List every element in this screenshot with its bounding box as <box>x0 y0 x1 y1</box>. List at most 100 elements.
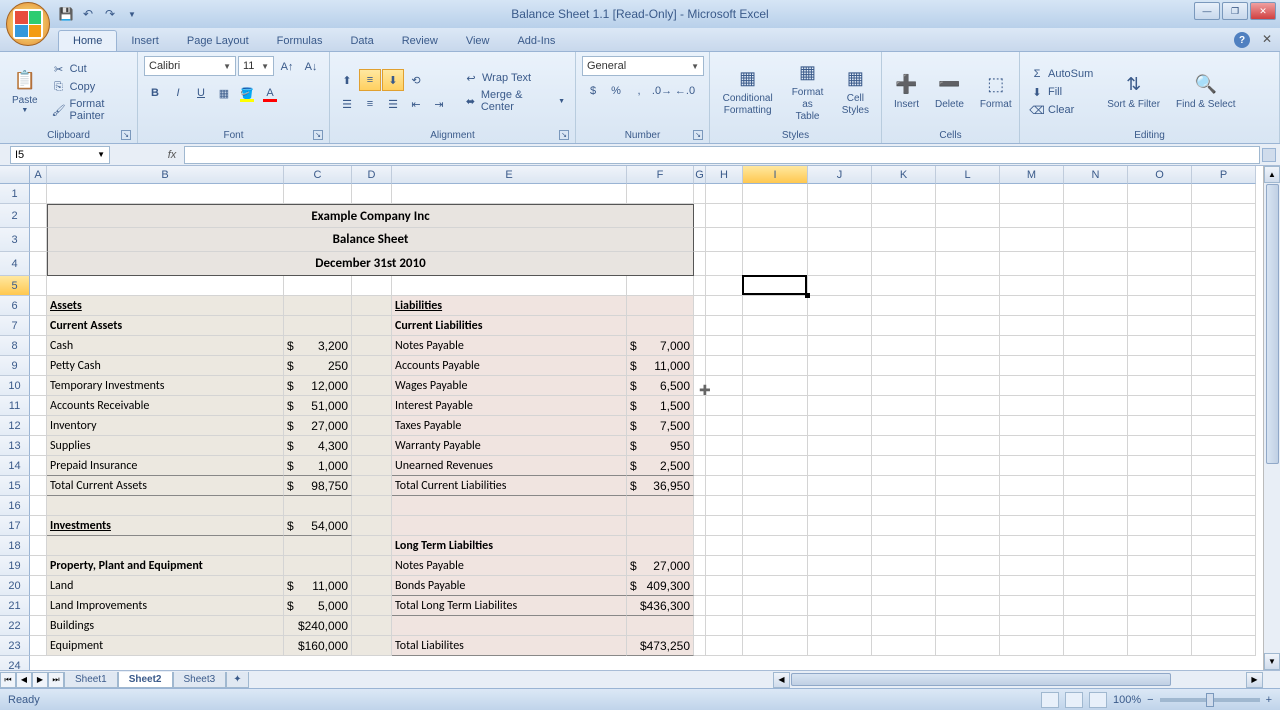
cell[interactable] <box>808 616 872 636</box>
cell[interactable] <box>627 516 694 536</box>
cell[interactable] <box>1192 556 1256 576</box>
cell[interactable] <box>1128 596 1192 616</box>
cell[interactable] <box>808 576 872 596</box>
cell[interactable] <box>694 636 706 656</box>
cell[interactable] <box>936 596 1000 616</box>
cell[interactable] <box>808 396 872 416</box>
cell[interactable] <box>352 476 392 496</box>
cell[interactable] <box>872 252 936 276</box>
cell[interactable] <box>1000 356 1064 376</box>
percent-button[interactable]: % <box>605 80 627 102</box>
cell[interactable] <box>1064 296 1128 316</box>
cell[interactable] <box>1128 276 1192 296</box>
sheet-nav-prev[interactable]: ◀ <box>16 672 32 688</box>
cell[interactable] <box>872 536 936 556</box>
cell[interactable] <box>30 616 47 636</box>
cell[interactable] <box>872 556 936 576</box>
cell[interactable] <box>808 336 872 356</box>
cell[interactable]: Property, Plant and Equipment <box>47 556 284 576</box>
cell[interactable] <box>1064 456 1128 476</box>
cell[interactable]: Current Liabilities <box>392 316 627 336</box>
cell[interactable] <box>30 228 47 252</box>
cell[interactable] <box>627 296 694 316</box>
cell[interactable] <box>1192 456 1256 476</box>
cell[interactable] <box>1192 576 1256 596</box>
tab-page-layout[interactable]: Page Layout <box>173 31 263 51</box>
alignment-launcher[interactable]: ↘ <box>559 130 569 140</box>
cell[interactable] <box>872 204 936 228</box>
cell[interactable] <box>694 316 706 336</box>
cell[interactable] <box>352 616 392 636</box>
cell[interactable]: $27,000 <box>284 416 352 436</box>
cell[interactable] <box>352 336 392 356</box>
clear-button[interactable]: ⌫Clear <box>1026 102 1097 118</box>
sheet-nav-last[interactable]: ⏭ <box>48 672 64 688</box>
cell[interactable] <box>352 636 392 656</box>
align-top-button[interactable]: ⬆ <box>336 69 358 91</box>
cell[interactable] <box>743 556 808 576</box>
cell[interactable] <box>936 396 1000 416</box>
zoom-out-button[interactable]: − <box>1147 694 1153 706</box>
cell[interactable] <box>694 356 706 376</box>
cell[interactable]: $7,500 <box>627 416 694 436</box>
col-header-O[interactable]: O <box>1128 166 1192 184</box>
cell[interactable] <box>694 496 706 516</box>
find-select-button[interactable]: 🔍Find & Select <box>1170 56 1241 128</box>
cell[interactable] <box>1128 636 1192 656</box>
cell[interactable] <box>808 204 872 228</box>
cell[interactable] <box>694 456 706 476</box>
cell[interactable] <box>808 556 872 576</box>
cell[interactable] <box>706 184 743 204</box>
cell[interactable]: Warranty Payable <box>392 436 627 456</box>
cell[interactable] <box>743 276 808 296</box>
cell[interactable] <box>30 476 47 496</box>
merge-center-button[interactable]: ⬌Merge & Center▼ <box>460 88 569 114</box>
cell[interactable] <box>392 276 627 296</box>
cell[interactable] <box>1000 536 1064 556</box>
col-header-I[interactable]: I <box>743 166 808 184</box>
cell[interactable] <box>872 636 936 656</box>
cell[interactable] <box>1192 336 1256 356</box>
cell[interactable] <box>1000 436 1064 456</box>
cell[interactable] <box>1128 516 1192 536</box>
cell[interactable] <box>706 396 743 416</box>
format-cells-button[interactable]: ⬚Format <box>974 56 1018 128</box>
cell[interactable] <box>1128 416 1192 436</box>
font-size-combo[interactable]: 11▼ <box>238 56 274 76</box>
cell[interactable] <box>743 228 808 252</box>
cell[interactable] <box>872 476 936 496</box>
undo-icon[interactable]: ↶ <box>80 6 96 22</box>
cell[interactable] <box>936 636 1000 656</box>
cell[interactable] <box>706 336 743 356</box>
cell[interactable] <box>706 376 743 396</box>
cell[interactable] <box>1128 576 1192 596</box>
cell[interactable] <box>743 376 808 396</box>
name-box[interactable]: I5▼ <box>10 146 110 164</box>
cell[interactable] <box>936 536 1000 556</box>
help-icon[interactable]: ? <box>1234 32 1250 48</box>
cell[interactable] <box>1000 516 1064 536</box>
cell[interactable] <box>1192 228 1256 252</box>
cell[interactable] <box>706 516 743 536</box>
tab-insert[interactable]: Insert <box>117 31 173 51</box>
cell[interactable] <box>1192 316 1256 336</box>
cell[interactable] <box>872 228 936 252</box>
cell[interactable] <box>743 336 808 356</box>
scroll-right-button[interactable]: ▶ <box>1246 672 1263 688</box>
font-launcher[interactable]: ↘ <box>313 130 323 140</box>
row-header-9[interactable]: 9 <box>0 356 30 376</box>
italic-button[interactable]: I <box>167 82 189 104</box>
sheet-tab-1[interactable]: Sheet1 <box>64 672 118 688</box>
cell[interactable] <box>1000 276 1064 296</box>
cell[interactable] <box>808 416 872 436</box>
sheet-nav-first[interactable]: ⏮ <box>0 672 16 688</box>
row-header-21[interactable]: 21 <box>0 596 30 616</box>
formula-input[interactable] <box>184 146 1260 164</box>
cell[interactable] <box>1064 516 1128 536</box>
cell[interactable]: $36,950 <box>627 476 694 496</box>
cell[interactable]: Notes Payable <box>392 336 627 356</box>
cell[interactable] <box>936 316 1000 336</box>
row-header-6[interactable]: 6 <box>0 296 30 316</box>
cell[interactable] <box>936 456 1000 476</box>
cell[interactable] <box>808 356 872 376</box>
